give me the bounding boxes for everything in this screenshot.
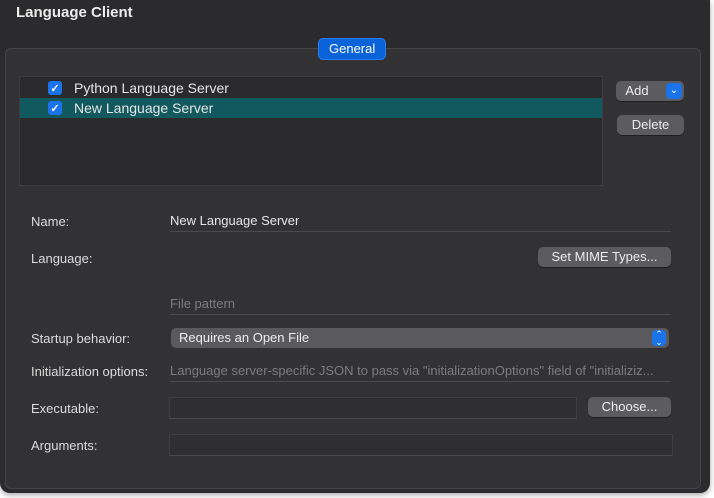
- chevron-down-icon[interactable]: ⌄: [666, 83, 682, 99]
- startup-behavior-select[interactable]: Requires an Open File ⌃ ⌄: [171, 328, 669, 348]
- server-name: Python Language Server: [74, 80, 229, 96]
- executable-field[interactable]: [169, 397, 577, 419]
- choose-button[interactable]: Choose...: [588, 397, 671, 417]
- executable-label: Executable:: [31, 401, 99, 416]
- up-down-chevron-icon: ⌃ ⌄: [652, 330, 666, 347]
- window-title: Language Client: [16, 4, 133, 21]
- name-field[interactable]: New Language Server: [170, 211, 671, 232]
- name-label: Name:: [31, 214, 70, 229]
- init-options-field[interactable]: Language server-specific JSON to pass vi…: [170, 361, 671, 382]
- add-button[interactable]: Add ⌄: [616, 81, 684, 101]
- arguments-field[interactable]: [169, 434, 673, 456]
- file-pattern-field[interactable]: File pattern: [170, 294, 671, 315]
- add-button-label: Add: [625, 83, 649, 98]
- checkbox-python-server[interactable]: ✓: [48, 81, 62, 95]
- list-item-selected[interactable]: ✓ New Language Server: [20, 98, 602, 118]
- list-item[interactable]: ✓ Python Language Server: [20, 78, 602, 98]
- startup-behavior-label: Startup behavior:: [31, 331, 131, 346]
- language-label: Language:: [31, 251, 93, 266]
- server-name: New Language Server: [74, 100, 214, 116]
- checkmark-icon: ✓: [50, 102, 60, 115]
- server-list[interactable]: ✓ Python Language Server ✓ New Language …: [19, 76, 603, 186]
- arguments-label: Arguments:: [31, 438, 98, 453]
- delete-button[interactable]: Delete: [617, 115, 684, 135]
- checkmark-icon: ✓: [50, 82, 60, 95]
- startup-behavior-value: Requires an Open File: [179, 330, 310, 345]
- set-mime-types-button[interactable]: Set MIME Types...: [538, 247, 671, 267]
- tab-general[interactable]: General: [318, 38, 387, 60]
- init-options-label: Initialization options:: [31, 364, 149, 379]
- language-client-window: Language Client General ✓ Python Languag…: [0, 0, 710, 493]
- checkbox-new-server[interactable]: ✓: [48, 101, 62, 115]
